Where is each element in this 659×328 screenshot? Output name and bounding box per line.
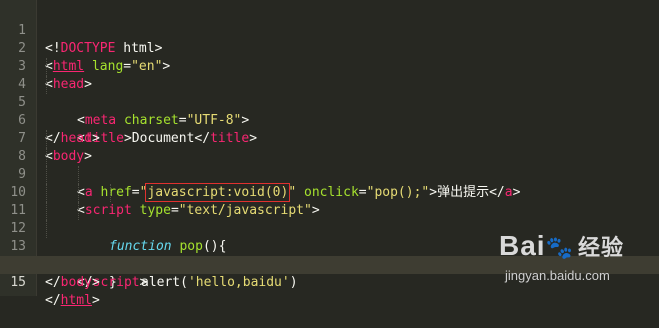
- code-line-4[interactable]: 4 <meta charset="UTF-8">: [0, 58, 659, 128]
- indent-guide: [46, 166, 47, 184]
- code-text: </body>: [45, 275, 100, 290]
- code-line-1[interactable]: 1 <!DOCTYPE html>: [0, 4, 659, 56]
- code-line-6[interactable]: 6 </head>: [0, 94, 659, 146]
- indent-guide: [46, 130, 47, 148]
- indent-guide: [78, 184, 79, 202]
- paw-icon: 🐾: [545, 235, 574, 260]
- watermark-url: jingyan.baidu.com: [505, 268, 610, 283]
- baidu-jingyan-watermark: Bai🐾 经验 jingyan.baidu.com: [499, 230, 629, 290]
- baidu-logo: Bai🐾 经验: [499, 230, 624, 261]
- code-line-5[interactable]: 5 <title>Document</title>: [0, 76, 659, 146]
- indent-guide: [46, 148, 47, 166]
- code-line-7[interactable]: 7 <body>: [0, 112, 659, 164]
- line-number: 15: [10, 275, 26, 290]
- code-line-3[interactable]: 3 <head>: [0, 40, 659, 92]
- indent-guide: [78, 202, 79, 220]
- indent-guide: [46, 184, 47, 202]
- code-editor[interactable]: 1 <!DOCTYPE html> 2 <html lang="en"> 3 <…: [0, 0, 659, 308]
- indent-guide: [46, 76, 47, 94]
- indent-guide: [46, 202, 47, 220]
- indent-guide: [78, 166, 79, 184]
- code-line-12[interactable]: 12 }: [0, 202, 659, 290]
- code-line-11[interactable]: 11 alert('hello,baidu'): [0, 184, 659, 290]
- indent-guide: [110, 184, 111, 202]
- code-line-2[interactable]: 2 <html lang="en">: [0, 22, 659, 74]
- code-text: alert('hello,baidu'): [141, 275, 298, 290]
- code-line-8[interactable]: 8 <a href="javascript:void(0)" onclick="…: [0, 130, 659, 202]
- code-line-10[interactable]: 10 function pop(){: [0, 166, 659, 254]
- code-text: </html>: [45, 293, 100, 308]
- indent-guide: [46, 220, 47, 238]
- indent-guide: [46, 58, 47, 76]
- code-line-9[interactable]: 9 <script type="text/javascript">: [0, 148, 659, 218]
